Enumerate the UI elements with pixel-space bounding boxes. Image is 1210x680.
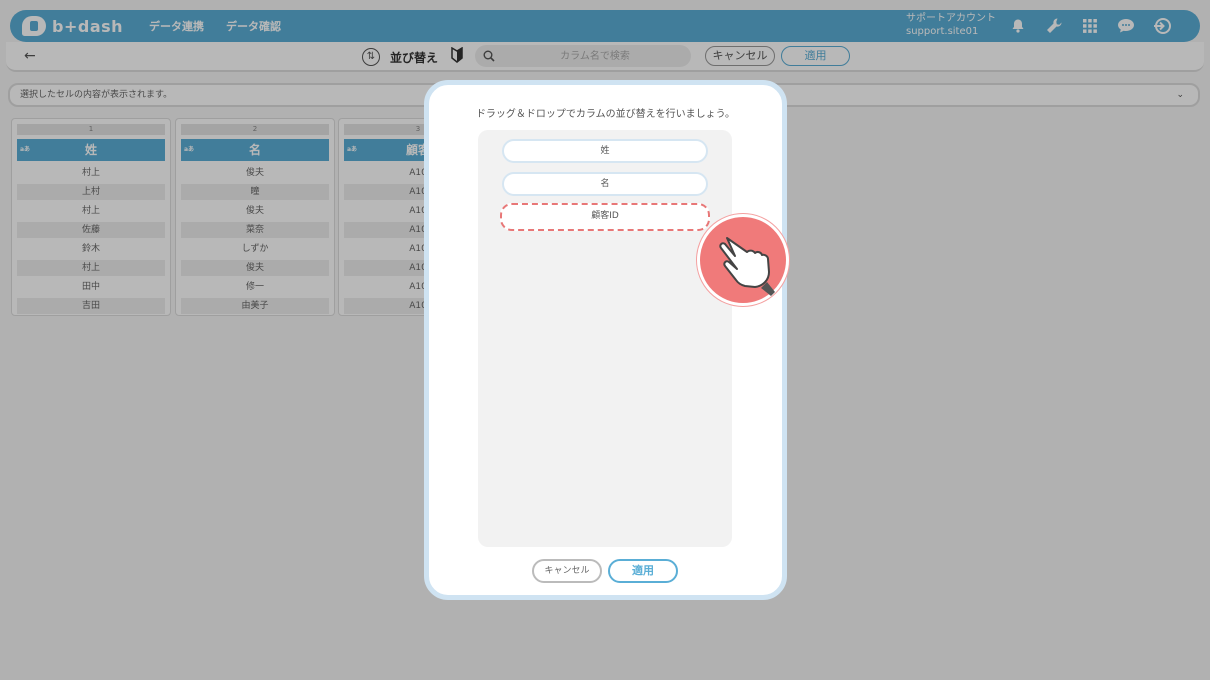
modal-apply-button[interactable]: 適用 <box>608 559 678 583</box>
hand-pointer-icon <box>697 214 789 306</box>
sortable-list: 姓名顧客ID <box>478 130 732 547</box>
modal-instruction: ドラッグ＆ドロップでカラムの並び替えを行いましょう。 <box>475 109 736 120</box>
sortable-item[interactable]: 姓 <box>502 139 708 163</box>
sortable-item[interactable]: 名 <box>502 172 708 196</box>
sortable-item-dragging[interactable]: 顧客ID <box>500 203 710 231</box>
modal-cancel-button[interactable]: キャンセル <box>532 559 602 583</box>
sort-modal: ドラッグ＆ドロップでカラムの並び替えを行いましょう。 姓名顧客ID キャンセル … <box>424 80 789 600</box>
